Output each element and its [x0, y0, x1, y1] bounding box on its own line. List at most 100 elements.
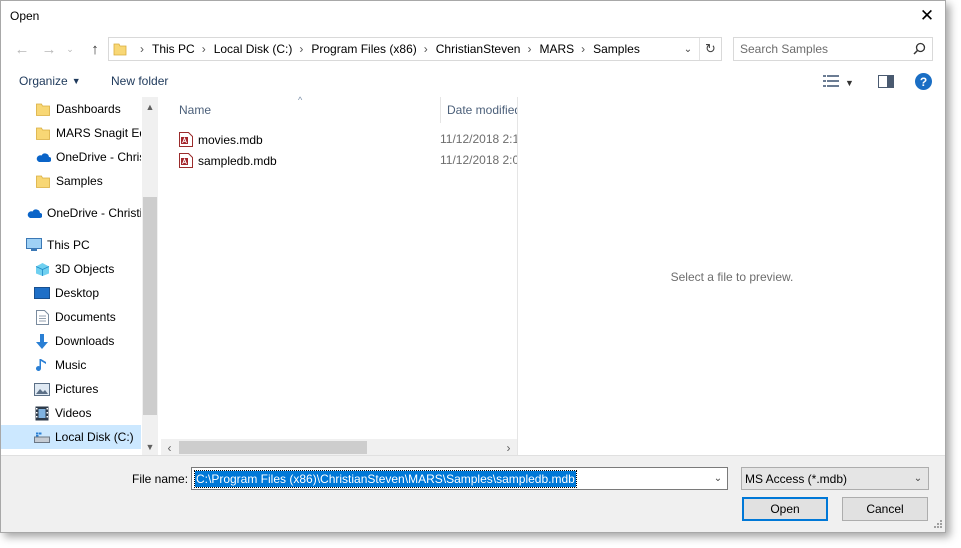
chevron-down-icon: ⌄ [913, 473, 923, 484]
breadcrumb-item[interactable]: Local Disk (C:) [214, 42, 293, 56]
folder-icon [35, 125, 51, 141]
folder-icon [35, 101, 51, 117]
preview-pane: Select a file to preview. [517, 97, 945, 455]
back-button[interactable]: ← [12, 38, 32, 60]
navigation-pane: Dashboards MARS Snagit Edi OneDrive - Ch… [1, 97, 158, 455]
folder-icon [35, 173, 51, 189]
nav-scrollbar-thumb[interactable] [143, 197, 157, 415]
file-date: 11/12/2018 2:0 [440, 153, 517, 167]
new-folder-button[interactable]: New folder [111, 74, 168, 88]
scroll-up-icon[interactable]: ▲ [142, 99, 158, 115]
help-button[interactable]: ? [915, 73, 932, 90]
file-type-select[interactable]: MS Access (*.mdb) ⌄ [741, 467, 929, 490]
file-list-scrollbar-thumb[interactable] [179, 441, 367, 454]
cancel-button[interactable]: Cancel [842, 497, 928, 521]
back-arrow-icon: ← [14, 40, 30, 58]
help-icon: ? [919, 74, 928, 89]
nav-item-label: Local Disk (C:) [55, 430, 134, 444]
chevron-right-icon: › [201, 42, 206, 56]
nav-item-downloads[interactable]: Downloads [1, 329, 141, 353]
nav-item-pictures[interactable]: Pictures [1, 377, 141, 401]
refresh-button[interactable]: ↻ [699, 38, 721, 60]
nav-item-label: Dashboards [56, 102, 121, 116]
close-button[interactable]: ✕ [909, 1, 945, 31]
nav-scrollbar[interactable]: ▲ ▼ [142, 97, 158, 455]
nav-item-local-disk[interactable]: Local Disk (C:) [1, 425, 141, 449]
forward-arrow-icon: → [41, 40, 57, 58]
nav-item-label: Desktop [55, 286, 100, 300]
nav-item-mars-snagit[interactable]: MARS Snagit Edi [1, 121, 141, 145]
column-header-name[interactable]: Name [179, 97, 433, 123]
new-folder-label: New folder [111, 74, 169, 88]
onedrive-icon [26, 205, 42, 221]
organize-button[interactable]: Organize ▼ [19, 74, 81, 88]
preview-pane-button[interactable] [878, 75, 894, 91]
nav-item-label: Videos [55, 406, 92, 420]
search-input[interactable] [740, 39, 910, 59]
nav-item-videos[interactable]: Videos [1, 401, 141, 425]
breadcrumb-item[interactable]: ChristianSteven [436, 42, 521, 56]
nav-item-desktop[interactable]: Desktop [1, 281, 141, 305]
recent-locations-button[interactable]: ⌄ [63, 38, 77, 60]
title-bar: Open ✕ [1, 1, 945, 31]
chevron-right-icon: › [527, 42, 532, 56]
breadcrumb-item[interactable]: This PC [152, 42, 195, 56]
search-box [733, 37, 933, 61]
breadcrumb-item[interactable]: MARS [539, 42, 574, 56]
nav-item-dashboards[interactable]: Dashboards [1, 97, 141, 121]
nav-item-label: This PC [47, 238, 90, 252]
file-name-label: File name: [132, 472, 189, 486]
file-row[interactable]: sampledb.mdb 11/12/2018 2:0 [179, 150, 517, 170]
breadcrumb: › This PC › Local Disk (C:) › Program Fi… [133, 38, 640, 60]
preview-pane-icon [878, 75, 894, 91]
nav-item-label: 3D Objects [55, 262, 115, 276]
nav-item-this-pc[interactable]: This PC [1, 233, 141, 257]
file-name-combobox[interactable]: C:\Program Files (x86)\ChristianSteven\M… [191, 467, 728, 490]
file-list-scrollbar[interactable]: ‹ › [161, 439, 517, 456]
chevron-right-icon: › [299, 42, 304, 56]
scroll-left-icon[interactable]: ‹ [161, 439, 178, 456]
nav-item-documents[interactable]: Documents [1, 305, 141, 329]
file-name-input[interactable]: C:\Program Files (x86)\ChristianSteven\M… [194, 470, 577, 488]
breadcrumb-item[interactable]: Samples [593, 42, 640, 56]
scroll-right-icon[interactable]: › [500, 439, 517, 456]
resize-grip-icon[interactable] [933, 518, 943, 532]
open-button[interactable]: Open [742, 497, 828, 521]
up-button[interactable]: ↑ [85, 38, 105, 60]
breadcrumb-item[interactable]: Program Files (x86) [311, 42, 416, 56]
file-name-cell: movies.mdb [179, 132, 263, 147]
nav-item-label: Samples [56, 174, 103, 188]
change-view-button[interactable]: ▼ [823, 74, 854, 91]
address-bar[interactable]: › This PC › Local Disk (C:) › Program Fi… [108, 37, 722, 61]
access-database-icon [179, 132, 193, 147]
onedrive-icon [35, 149, 51, 165]
nav-item-onedrive-christi[interactable]: OneDrive - Christi [1, 201, 141, 225]
pictures-icon [34, 381, 50, 397]
nav-item-samples[interactable]: Samples [1, 169, 141, 193]
file-name-dropdown-button[interactable]: ⌄ [709, 468, 727, 489]
nav-item-3d-objects[interactable]: 3D Objects [1, 257, 141, 281]
download-icon [34, 333, 50, 349]
file-type-dropdown-button[interactable]: ⌄ [911, 468, 925, 489]
column-header-label: Name [179, 103, 212, 117]
search-icon[interactable] [913, 42, 926, 58]
up-arrow-icon: ↑ [91, 40, 99, 58]
bottom-panel: File name: C:\Program Files (x86)\Christ… [1, 455, 945, 532]
close-icon: ✕ [919, 6, 935, 25]
address-row: ← → ⌄ ↑ › This PC › Local Disk (C:) › Pr… [1, 35, 945, 63]
command-bar: Organize ▼ New folder ▼ ? [1, 67, 945, 97]
chevron-right-icon: › [423, 42, 428, 56]
open-file-dialog: Open ✕ ← → ⌄ ↑ › This PC › Local Disk (C… [0, 0, 946, 533]
chevron-down-icon: ⌄ [66, 43, 74, 54]
dialog-title: Open [10, 9, 40, 23]
documents-icon [34, 309, 50, 325]
nav-item-onedrive-chris[interactable]: OneDrive - Chris [1, 145, 141, 169]
nav-item-label: Documents [55, 310, 116, 324]
column-header-date[interactable]: Date modified [440, 97, 517, 123]
forward-button[interactable]: → [39, 38, 59, 60]
chevron-right-icon: › [140, 42, 144, 56]
nav-item-music[interactable]: Music [1, 353, 141, 377]
file-row[interactable]: movies.mdb 11/12/2018 2:1 [179, 129, 517, 149]
address-dropdown-button[interactable]: ⌄ [679, 38, 697, 60]
scroll-down-icon[interactable]: ▼ [142, 439, 158, 455]
